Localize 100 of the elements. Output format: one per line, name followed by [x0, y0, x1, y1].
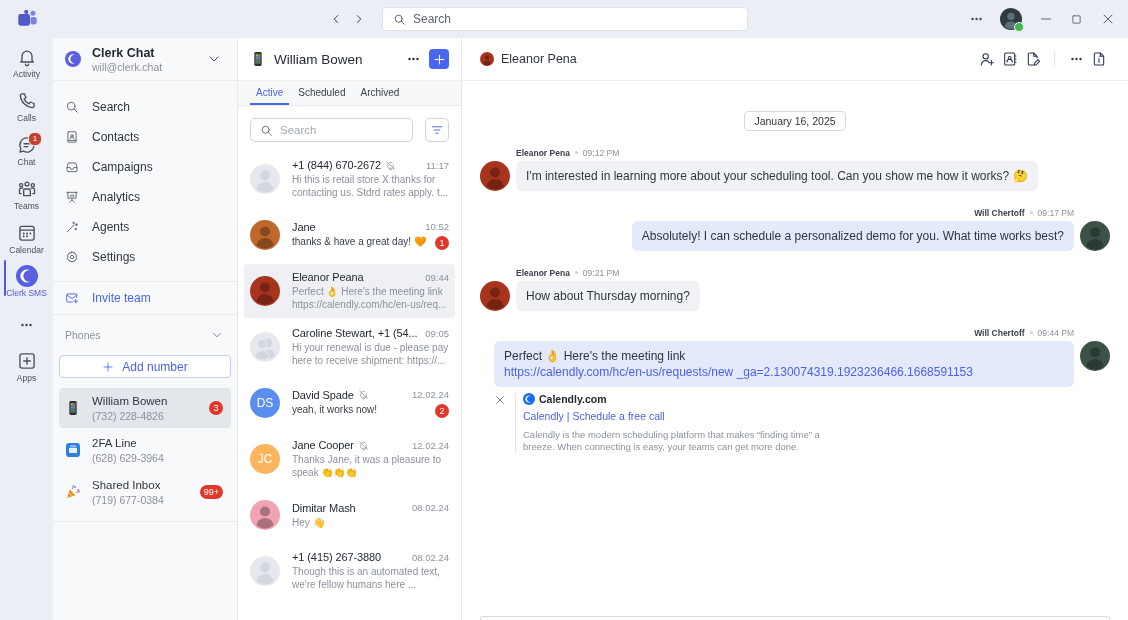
dismiss-preview-button[interactable] [494, 394, 506, 406]
search-icon [393, 12, 406, 26]
message-bubble: Absolutely! I can schedule a personalized demo for you. What time works best? [631, 221, 1074, 251]
plus-icon [102, 360, 115, 373]
more-button[interactable] [407, 57, 420, 61]
message-time: 09:21 PM [582, 267, 620, 278]
app-logo-icon [65, 51, 81, 67]
search-field[interactable]: Search [382, 7, 748, 31]
people-icon [16, 179, 37, 199]
sender-name: Eleanor Pena [516, 147, 570, 158]
preview-site: Calendly.com [539, 393, 607, 405]
close-icon [1101, 13, 1114, 25]
unread-count: 1 [435, 235, 449, 250]
inbox-title: William Bowen [274, 51, 363, 67]
rail-item[interactable]: Calendar [0, 222, 53, 266]
message-preview: Perfect 👌 Here's the meeting link https://calendly.com/hc/en-us/req... [292, 285, 448, 311]
message-time: 09:05 [425, 327, 449, 339]
sender-name: Will Chertoff [974, 207, 1025, 218]
message-bubble: I'm interested in learning more about your scheduling tool. Can you show me how it works? 🤔 [516, 161, 1038, 191]
line-name: William Bowen [92, 394, 168, 407]
menu-item[interactable]: Agents [53, 212, 237, 242]
message-time: 10:52 [425, 221, 449, 232]
new-conversation-button[interactable] [429, 49, 449, 69]
line-name: Shared Inbox [92, 478, 162, 491]
message-bubble: How about Thursday morning? [516, 281, 700, 311]
sender-name: Will Chertoff [974, 327, 1025, 338]
invite-team-link[interactable]: Invite team [53, 282, 237, 315]
contact-card-icon [1002, 51, 1018, 67]
conversation-item[interactable]: DS David Spade 12.02.24 yeah, it works now! 2 [244, 376, 455, 430]
conversation-item[interactable]: Dimitar Mash 08.02.24 Hey 👋 [244, 488, 455, 542]
phone-number: (719) 677-0384 [92, 493, 164, 506]
plus-icon [432, 52, 446, 66]
contact-name: Jane Cooper [292, 439, 354, 451]
conversation-item[interactable]: JC Jane Cooper 12.02.24 Thanks Jane, it was a pleasure to speak 👏👏👏 [244, 432, 455, 486]
mail-plus-icon [65, 291, 79, 305]
rail-item[interactable]: Teams [0, 178, 53, 222]
document-edit-icon [1025, 51, 1041, 67]
message-time: 09:44 [425, 271, 449, 283]
group-avatar-icon [250, 332, 280, 362]
message-preview: Hi this is retail store X thanks for contacting us. Stdrd rates apply. t... [292, 173, 449, 199]
unread-count: 3 [209, 401, 223, 415]
date-separator: January 16, 2025 [744, 111, 846, 131]
party-popper-icon [65, 484, 81, 500]
settings-icon [65, 250, 79, 264]
tab[interactable]: Active [250, 81, 290, 105]
conversation-item[interactable]: +1 (415) 267-3880 08.02.24 Though this is an automated text, we're fellow humans here ... [244, 544, 455, 598]
menu-item[interactable]: Analytics [53, 182, 237, 212]
initials-avatar: JC [250, 444, 280, 474]
message-time: 09:44 PM [1037, 327, 1074, 338]
add-number-button[interactable]: Add number [59, 355, 231, 378]
menu-item[interactable]: Search [53, 92, 237, 122]
contact-name: Eleanor Pena [501, 52, 577, 66]
contact-name: Eleanor Peana [292, 271, 364, 283]
apps-button[interactable]: Apps [0, 350, 53, 394]
menu-item[interactable]: Campaigns [53, 152, 237, 182]
site-logo-icon [523, 393, 535, 405]
app-logo-icon [15, 265, 38, 287]
screen-tile-icon [65, 442, 81, 458]
rail-item[interactable]: Chat 1 [0, 134, 53, 178]
conversation-item[interactable]: Caroline Stewart, +1 (54... 09:05 Hi your renewal is due - please pay here to receive shipment: https://... [244, 320, 455, 374]
magic-wand-icon [65, 220, 79, 234]
rail-item[interactable]: Calls [0, 90, 53, 134]
conversation-item[interactable]: Eleanor Peana 09:44 Perfect 👌 Here's the meeting link https://calendly.com/hc/en-us/req... [244, 264, 455, 318]
message-time: 09:12 PM [582, 147, 620, 158]
tab[interactable]: Scheduled [292, 81, 352, 105]
message-time: 08.02.24 [412, 551, 449, 563]
user-avatar[interactable] [1000, 8, 1022, 30]
ellipsis-icon [407, 57, 420, 61]
ellipsis-icon [20, 323, 33, 327]
menu-item[interactable]: Contacts [53, 122, 237, 152]
line-name: 2FA Line [92, 436, 138, 449]
plus-square-icon [16, 351, 37, 371]
calendar-icon [16, 223, 37, 243]
phone-number: (732) 228-4826 [92, 409, 165, 422]
filter-icon [430, 123, 444, 137]
message-link[interactable]: https://calendly.com/hc/en-us/requests/new _ga=2.130074319.1923236466.1668591153 [504, 364, 973, 380]
contact-card-button[interactable] [1001, 50, 1019, 68]
section-title: Phones [65, 329, 101, 341]
phone-line[interactable]: Shared Inbox (719) 677-0384 99+ [59, 472, 231, 512]
phone-line[interactable]: 2FA Line (628) 629-3964 [59, 430, 231, 470]
phone-number: (628) 629-3964 [92, 451, 164, 464]
avatar-placeholder-icon [250, 556, 280, 586]
message-preview: thanks & have a great day! 🧡 [292, 234, 427, 248]
add-contact-button[interactable] [978, 50, 996, 68]
contacts-book-icon [65, 130, 79, 144]
unread-count: 1 [28, 132, 42, 146]
preview-title[interactable]: Calendly | Schedule a free call [523, 410, 665, 422]
preview-description: Calendly is the modern scheduling platform that makes “finding time” a breeze. When connecting is easy, your teams can get more done. [523, 429, 821, 453]
contact-name: Jane [292, 220, 316, 233]
conversation-item[interactable]: Jane 10:52 thanks & have a great day! 🧡 1 [244, 208, 455, 262]
app-logo-icon[interactable] [17, 9, 38, 29]
message-preview: Though this is an automated text, we're fellow humans here ... [292, 565, 441, 591]
tab[interactable]: Archived [354, 81, 406, 105]
message-bubble: Perfect 👌 Here's the meeting link https://calendly.com/hc/en-us/requests/new _ga=2.130074319.1923236466.1668591153 [494, 341, 1074, 387]
conversation-item[interactable]: +1 (844) 670-2672 11:17 Hi this is retail store X thanks for contacting us. Stdrd rates apply. t... [244, 152, 455, 206]
ellipsis-icon [1069, 57, 1083, 61]
contact-name: David Spade [292, 388, 354, 401]
rail-item[interactable]: Activity [0, 46, 53, 90]
account-name: Clerk Chat [92, 45, 156, 60]
menu-item[interactable]: Settings [53, 242, 237, 272]
